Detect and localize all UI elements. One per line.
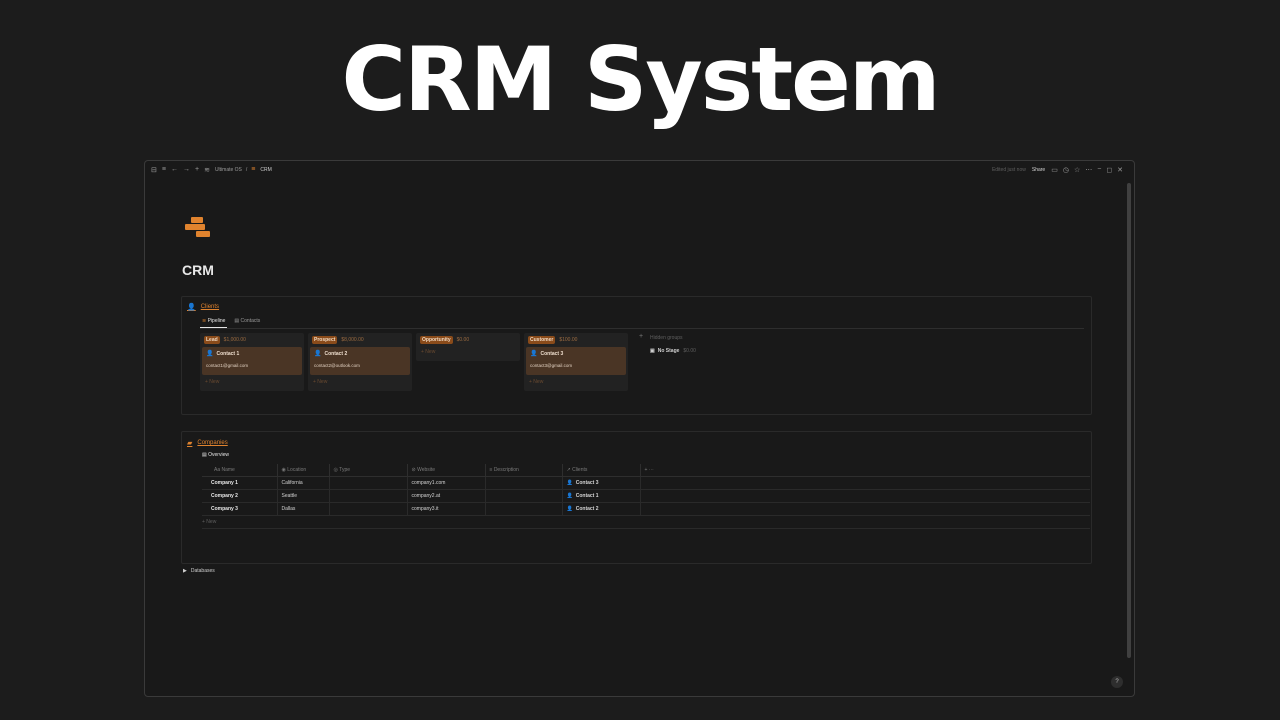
new-card-button[interactable]: + New [526, 375, 626, 387]
workspace-icon: ≋ [204, 166, 210, 174]
column-opportunity: Opportunity $0.00 + New [416, 333, 520, 361]
edited-status: Edited just now [991, 166, 1026, 173]
clients-header[interactable]: 👤 Clients [187, 303, 219, 311]
stage-amount: $0.00 [456, 337, 470, 343]
hidden-groups-label: Hidden groups [650, 335, 683, 341]
person-icon: 👤 [206, 351, 214, 357]
back-arrow-icon[interactable]: ← [171, 166, 178, 173]
close-icon[interactable]: ✕ [1117, 166, 1123, 174]
clients-tabs: ≋ Pipeline ▤ Contacts [200, 316, 1084, 329]
restore-icon[interactable]: ◻ [1106, 166, 1112, 174]
table-row[interactable]: Company 2 Seattle company2.at 👤 Contact 1 [202, 489, 1090, 503]
view-tab-overview[interactable]: ▤ Overview [202, 452, 229, 458]
hidden-groups: Hidden groups ▣ No Stage $0.00 [650, 333, 730, 391]
sidebar-toggle-icon[interactable]: ⊟ [151, 166, 157, 174]
new-card-button[interactable]: + New [418, 345, 518, 357]
new-card-button[interactable]: + New [310, 375, 410, 387]
clock-icon[interactable]: ◷ [1063, 166, 1069, 174]
minimize-icon[interactable]: − [1097, 166, 1101, 173]
inbox-icon: ▣ [650, 348, 655, 354]
stage-label: Prospect [312, 336, 338, 344]
share-button[interactable]: Share [1032, 167, 1045, 173]
person-icon: 👤 [187, 304, 196, 311]
column-header-description[interactable]: ≡ Description [485, 464, 563, 477]
companies-section: ▰ Companies ▤ Overview Aa Name ◉ Locatio… [181, 431, 1092, 564]
forward-arrow-icon[interactable]: → [183, 166, 190, 173]
column-lead: Lead $1,000.00 👤 Contact 1 contact1@gmail.… [200, 333, 304, 391]
column-header-clients[interactable]: ↗ Clients [562, 464, 641, 477]
column-customer: Customer $100.00 👤 Contact 3 contact3@gmai… [524, 333, 628, 391]
contact-email: contact2@outlook.com [314, 363, 360, 368]
column-header-website[interactable]: ⊘ Website [407, 464, 486, 477]
stage-label: Opportunity [420, 336, 453, 344]
breadcrumb-crm[interactable]: CRM [260, 167, 271, 173]
menu-icon[interactable]: ≡ [162, 166, 166, 173]
person-icon: 👤 [530, 351, 538, 357]
contact-email: contact3@gmail.com [530, 363, 573, 368]
plus-icon[interactable]: + [195, 166, 199, 173]
stage-amount: $100.00 [559, 337, 578, 343]
column-header-type[interactable]: ◎ Type [329, 464, 408, 477]
person-icon: 👤 [566, 492, 573, 499]
tab-contacts[interactable]: ▤ Contacts [232, 316, 262, 328]
person-icon: 👤 [314, 351, 322, 357]
databases-toggle[interactable]: ▶ Databases [183, 568, 215, 574]
topbar: ⊟ ≡ ← → + ≋ Ultimate OS / ≡ CRM Edited j… [145, 161, 1134, 178]
stage-label: Lead [204, 336, 220, 344]
contact-card[interactable]: 👤 Contact 1 contact1@gmail.com [202, 347, 302, 375]
star-icon[interactable]: ☆ [1074, 166, 1080, 174]
column-prospect: Prospect $8,000.00 👤 Contact 2 contact2@ou… [308, 333, 412, 391]
table-row[interactable]: Company 3 Dallas company3.it 👤 Contact 2 [202, 502, 1090, 516]
breadcrumb-separator: / [245, 166, 248, 173]
stage-amount: $8,000.00 [341, 337, 364, 343]
briefcase-icon: ▰ [187, 440, 193, 447]
person-icon: 👤 [566, 505, 573, 512]
more-icon[interactable]: ⋯ [1085, 166, 1092, 174]
help-icon[interactable]: ? [1111, 676, 1123, 688]
page-emoji-icon[interactable] [183, 217, 213, 243]
person-icon: 👤 [566, 479, 573, 486]
stage-label: Customer [528, 336, 556, 344]
page-title[interactable]: CRM [182, 262, 214, 278]
no-stage-group[interactable]: ▣ No Stage $0.00 [650, 348, 730, 354]
companies-table: Aa Name ◉ Location ◎ Type ⊘ Website ≡ De… [202, 464, 1090, 529]
databases-label: Databases [190, 568, 215, 574]
app-window: ⊟ ≡ ← → + ≋ Ultimate OS / ≡ CRM Edited j… [144, 160, 1135, 697]
stage-amount: $1,000.00 [223, 337, 246, 343]
companies-header[interactable]: ▰ Companies [187, 439, 228, 447]
kanban-board: Lead $1,000.00 👤 Contact 1 contact1@gmail.… [200, 333, 730, 391]
breadcrumb-workspace[interactable]: Ultimate OS [215, 167, 242, 173]
scrollbar[interactable] [1127, 183, 1131, 658]
clients-title[interactable]: Clients [201, 304, 219, 310]
column-header-location[interactable]: ◉ Location [277, 464, 330, 477]
new-card-button[interactable]: + New [202, 375, 302, 387]
triangle-right-icon: ▶ [183, 568, 187, 574]
companies-title[interactable]: Companies [197, 440, 227, 446]
contact-email: contact1@gmail.com [206, 363, 249, 368]
comment-icon[interactable]: ▭ [1051, 166, 1058, 174]
new-row-button[interactable]: + New [202, 515, 1090, 529]
clients-section: 👤 Clients ≋ Pipeline ▤ Contacts Lead $1,0… [181, 296, 1092, 415]
contact-card[interactable]: 👤 Contact 3 contact3@gmail.com [526, 347, 626, 375]
tab-pipeline[interactable]: ≋ Pipeline [200, 316, 228, 328]
column-header-name[interactable]: Aa Name [202, 464, 278, 477]
add-group-icon[interactable]: + [632, 333, 650, 391]
crm-page-icon: ≡ [251, 166, 256, 173]
table-row[interactable]: Company 1 California company1.com 👤 Conta… [202, 476, 1090, 490]
add-column-icon[interactable]: + ⋯ [640, 464, 1090, 477]
contact-card[interactable]: 👤 Contact 2 contact2@outlook.com [310, 347, 410, 375]
hero-title: CRM System [341, 28, 940, 131]
